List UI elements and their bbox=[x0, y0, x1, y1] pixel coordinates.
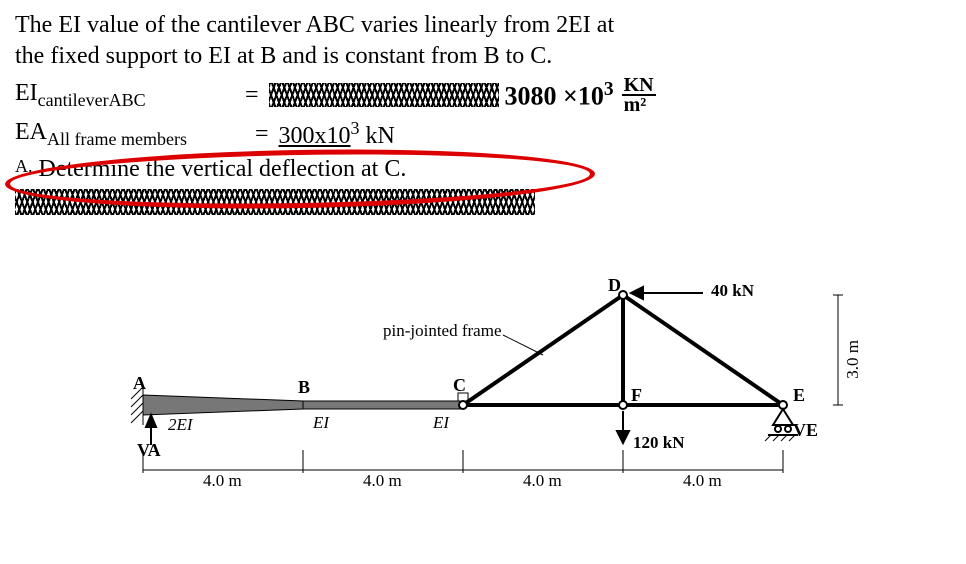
ei-row: EIcantileverABC = 3080 ×103 KN m² bbox=[15, 76, 951, 114]
label-EI-right: EI bbox=[433, 413, 449, 433]
ei-symbol: EI bbox=[15, 80, 38, 106]
label-EI-left: EI bbox=[313, 413, 329, 433]
ei-unit-fraction: KN m² bbox=[622, 76, 656, 114]
ea-subscript: All frame members bbox=[47, 129, 187, 149]
span-4: 4.0 m bbox=[683, 471, 722, 491]
crossed-out-value bbox=[269, 83, 499, 107]
span-1: 4.0 m bbox=[203, 471, 242, 491]
label-A: A bbox=[133, 373, 146, 394]
task-circled: A. Determine the vertical deflection at … bbox=[15, 156, 406, 183]
label-D: D bbox=[608, 275, 621, 296]
crossed-out-row bbox=[15, 183, 951, 215]
label-C: C bbox=[453, 375, 466, 396]
task-text: Determine the vertical deflection at C. bbox=[39, 156, 407, 182]
pin-jointed-label: pin-jointed frame bbox=[383, 321, 502, 341]
height-label: 3.0 m bbox=[843, 340, 863, 379]
label-F: F bbox=[631, 385, 642, 406]
label-B: B bbox=[298, 377, 310, 398]
ea-row: EAAll frame members = 300x103 kN bbox=[15, 118, 951, 150]
span-2: 4.0 m bbox=[363, 471, 402, 491]
load-40kN: 40 kN bbox=[711, 281, 754, 301]
load-120kN: 120 kN bbox=[633, 433, 684, 453]
problem-text-line1: The EI value of the cantilever ABC varie… bbox=[15, 10, 951, 41]
label-VA: VA bbox=[137, 440, 161, 461]
span-3: 4.0 m bbox=[523, 471, 562, 491]
task-prefix: A. bbox=[15, 156, 33, 176]
ea-equals: = bbox=[255, 121, 269, 148]
label-VE: VE bbox=[793, 420, 818, 441]
ei-subscript: cantileverABC bbox=[38, 90, 146, 110]
ea-value: 300x103 kN bbox=[279, 118, 395, 150]
structure-diagram: A B C D E F 2EI EI EI VA VE pin-jointed … bbox=[103, 255, 863, 495]
ea-symbol: EA bbox=[15, 119, 47, 145]
label-E: E bbox=[793, 385, 805, 406]
label-2EI: 2EI bbox=[168, 415, 193, 435]
ei-equals: = bbox=[245, 82, 259, 109]
problem-text-line2: the fixed support to EI at B and is cons… bbox=[15, 41, 951, 72]
ei-handwritten-value: 3080 ×103 bbox=[505, 79, 614, 112]
